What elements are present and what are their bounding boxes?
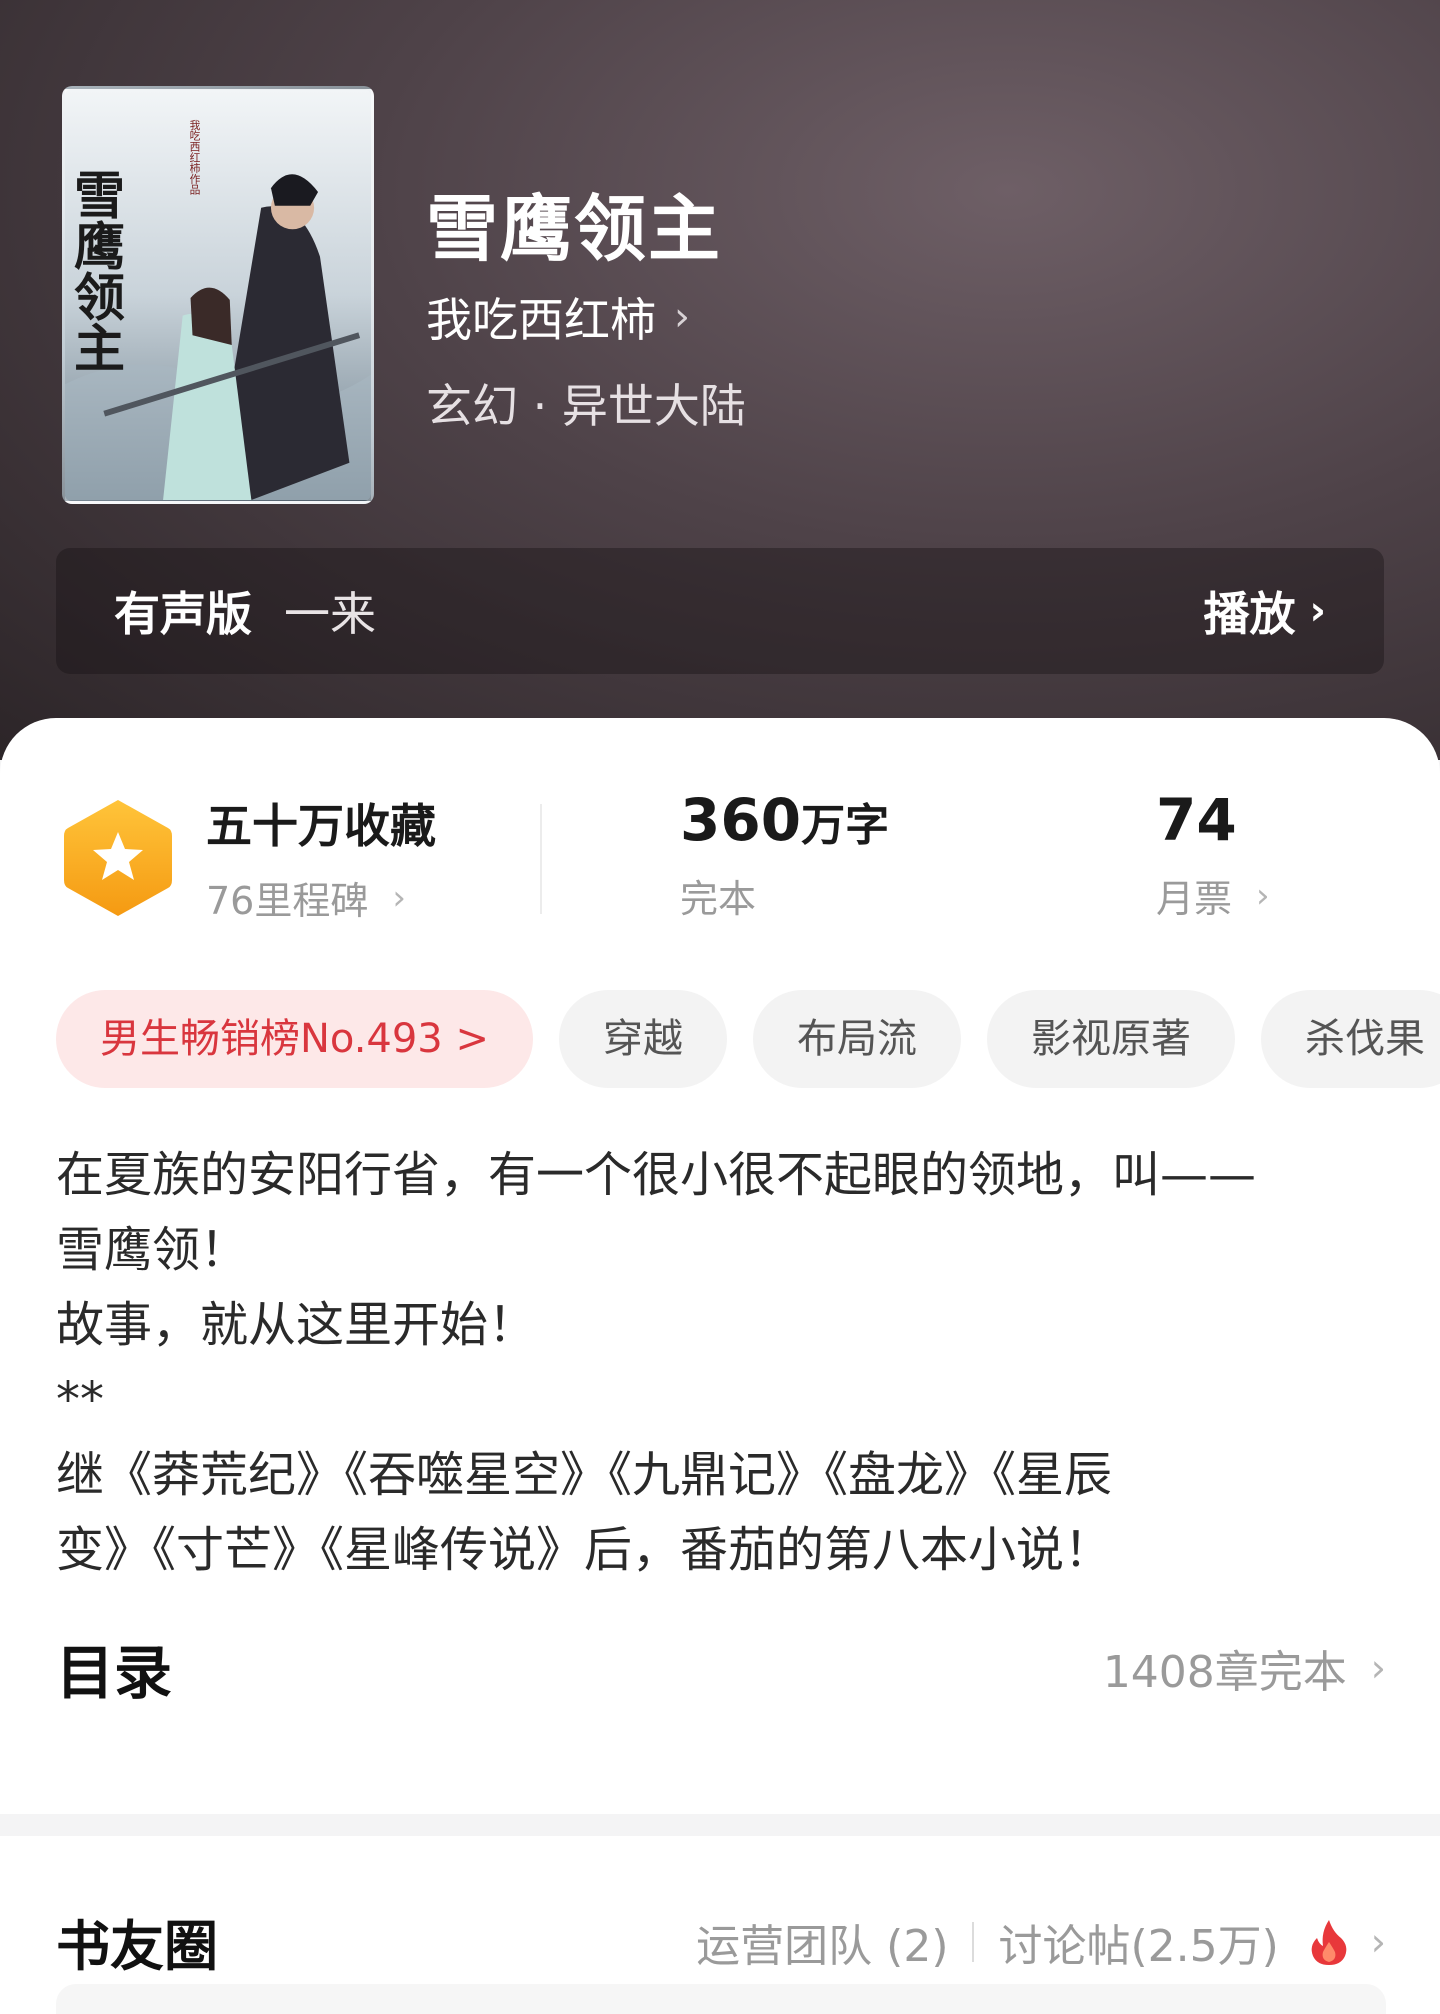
section-gap [0, 1814, 1440, 1836]
book-detail-card: 五十万收藏 76里程碑 › 360万字 完本 74 月票 › 男生畅销榜No.4… [0, 718, 1440, 1814]
completion-status: 完本 [680, 877, 757, 921]
tag-chip[interactable]: 影视原著 [986, 990, 1235, 1088]
audio-narrator: 一来 [284, 587, 376, 641]
monthly-ticket-stat[interactable]: 74 月票 › [1156, 786, 1270, 923]
tag-chip[interactable]: 布局流 [752, 990, 961, 1088]
book-cover[interactable]: 雪鹰领主 我吃西红柿作品 [62, 86, 374, 504]
reader-circle-row[interactable]: 书友圈 运营团队 (2) 讨论帖(2.5万) › [56, 1902, 1386, 1981]
play-button[interactable]: 播放 › [1204, 578, 1326, 644]
author-name: 我吃西红柿 [426, 293, 656, 347]
milestone-count: 76里程碑 [206, 879, 369, 923]
chapter-count: 1408章完本 [1102, 1647, 1347, 1698]
table-of-contents-row[interactable]: 目录 1408章完本 › [56, 1628, 1386, 1708]
chevron-right-icon: › [1256, 875, 1270, 916]
word-count-number: 360 [680, 786, 802, 854]
stat-divider [540, 804, 542, 914]
ticket-label: 月票 [1156, 877, 1233, 921]
audio-label: 有声版 [114, 587, 252, 641]
discussion-posts[interactable]: 讨论帖(2.5万) [998, 1910, 1278, 1974]
rank-tag[interactable]: 男生畅销榜No.493 > [56, 990, 533, 1088]
book-title: 雪鹰领主 [426, 186, 723, 271]
reader-circle-title: 书友圈 [56, 1915, 218, 1978]
play-label: 播放 [1203, 587, 1296, 641]
reader-circle-section: 书友圈 运营团队 (2) 讨论帖(2.5万) › [0, 1836, 1440, 2014]
separator [972, 1921, 975, 1962]
chevron-right-icon: › [674, 294, 690, 340]
collect-stat[interactable]: 五十万收藏 76里程碑 › [206, 790, 436, 925]
tag-chip[interactable]: 杀伐果 [1260, 990, 1440, 1088]
tag-list: 男生畅销榜No.493 > 穿越 布局流 影视原著 杀伐果 [56, 990, 1440, 1090]
star-badge-icon [64, 800, 172, 916]
fire-icon [1311, 1919, 1347, 1965]
cover-art: 雪鹰领主 我吃西红柿作品 [65, 90, 371, 500]
book-description[interactable]: 在夏族的安阳行省，有一个很小很不起眼的领地，叫—— 雪鹰领！ 故事，就从这里开始… [56, 1138, 1386, 1588]
chevron-right-icon: › [1370, 1919, 1386, 1964]
collect-count: 五十万收藏 [206, 799, 436, 853]
book-header: 雪鹰领主 我吃西红柿作品 雪鹰领主 我吃西红柿 › 玄幻 · 异世大陆 有声版 … [0, 0, 1440, 760]
cover-title-text: 雪鹰领主 [65, 168, 125, 372]
audio-version-bar[interactable]: 有声版 一来 播放 › [56, 548, 1384, 674]
cover-author-text: 我吃西红柿作品 [188, 119, 201, 195]
next-card-peek [56, 1984, 1386, 2014]
word-count-unit: 万字 [801, 800, 890, 851]
author-link[interactable]: 我吃西红柿 › [426, 284, 690, 350]
chevron-right-icon: › [1370, 1646, 1386, 1690]
toc-title: 目录 [56, 1639, 173, 1707]
word-count-stat: 360万字 完本 [680, 786, 889, 923]
chevron-right-icon: › [1309, 588, 1326, 634]
book-genre: 玄幻 · 异世大陆 [426, 379, 746, 433]
operation-team[interactable]: 运营团队 (2) [696, 1910, 948, 1974]
tag-chip[interactable]: 穿越 [558, 990, 727, 1088]
ticket-count: 74 [1156, 786, 1237, 854]
chevron-right-icon: › [392, 877, 406, 918]
